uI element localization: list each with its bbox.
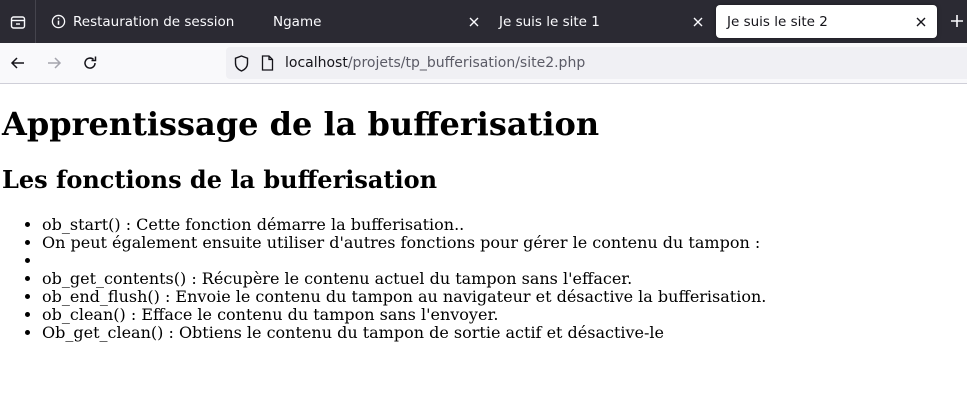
- back-button[interactable]: [6, 51, 30, 75]
- list-item: On peut également ensuite utiliser d'aut…: [42, 234, 766, 252]
- page-content: Apprentissage de la bufferisation Les fo…: [0, 85, 967, 418]
- list-item: ob_get_contents() : Récupère le contenu …: [42, 270, 766, 288]
- tab-strip: Restauration de session Ngame Je suis le…: [0, 0, 967, 43]
- close-tab-icon[interactable]: [462, 10, 486, 34]
- page-subtitle: Les fonctions de la bufferisation: [2, 165, 438, 194]
- url-host: localhost: [285, 55, 348, 71]
- tab-title: Je suis le site 2: [727, 13, 828, 30]
- list-item: ob_start() : Cette fonction démarre la b…: [42, 216, 766, 234]
- tab-restauration-de-session[interactable]: Restauration de session: [44, 5, 234, 38]
- arrow-right-icon: [48, 57, 62, 69]
- list-item: Ob_get_clean() : Obtiens le contenu du t…: [42, 324, 766, 342]
- page-info-icon[interactable]: [259, 55, 275, 71]
- url-path: /projets/tp_bufferisation/site2.php: [347, 55, 586, 71]
- reload-button[interactable]: [78, 51, 102, 75]
- info-icon: [50, 14, 66, 30]
- list-item: ob_clean() : Efface le contenu du tampon…: [42, 306, 766, 324]
- arrow-left-icon: [10, 57, 24, 69]
- forward-button[interactable]: [42, 51, 66, 75]
- close-tab-icon[interactable]: [909, 10, 933, 34]
- tab-list-icon: [10, 15, 25, 29]
- url-text[interactable]: localhost/projets/tp_bufferisation/site2…: [285, 55, 585, 71]
- tab-title: Ngame: [273, 13, 322, 30]
- tab-ngame[interactable]: Ngame: [262, 5, 490, 38]
- list-item: [42, 252, 766, 270]
- tab-je-suis-le-site-2[interactable]: Je suis le site 2: [716, 5, 937, 38]
- list-item: ob_end_flush() : Envoie le contenu du ta…: [42, 288, 766, 306]
- tab-title: Je suis le site 1: [499, 13, 600, 30]
- reload-icon: [84, 56, 97, 69]
- navigation-toolbar: localhost/projets/tp_bufferisation/site2…: [0, 43, 967, 84]
- shield-icon[interactable]: [232, 54, 250, 72]
- new-tab-button[interactable]: [945, 9, 967, 33]
- address-bar[interactable]: localhost/projets/tp_bufferisation/site2…: [226, 47, 967, 79]
- functions-list: ob_start() : Cette fonction démarre la b…: [42, 216, 766, 342]
- plus-icon: [951, 15, 963, 27]
- close-tab-icon[interactable]: [686, 10, 710, 34]
- page-title: Apprentissage de la bufferisation: [2, 105, 600, 143]
- tab-je-suis-le-site-1[interactable]: Je suis le site 1: [488, 5, 714, 38]
- list-all-tabs-button[interactable]: [0, 0, 36, 43]
- tab-title: Restauration de session: [73, 13, 234, 30]
